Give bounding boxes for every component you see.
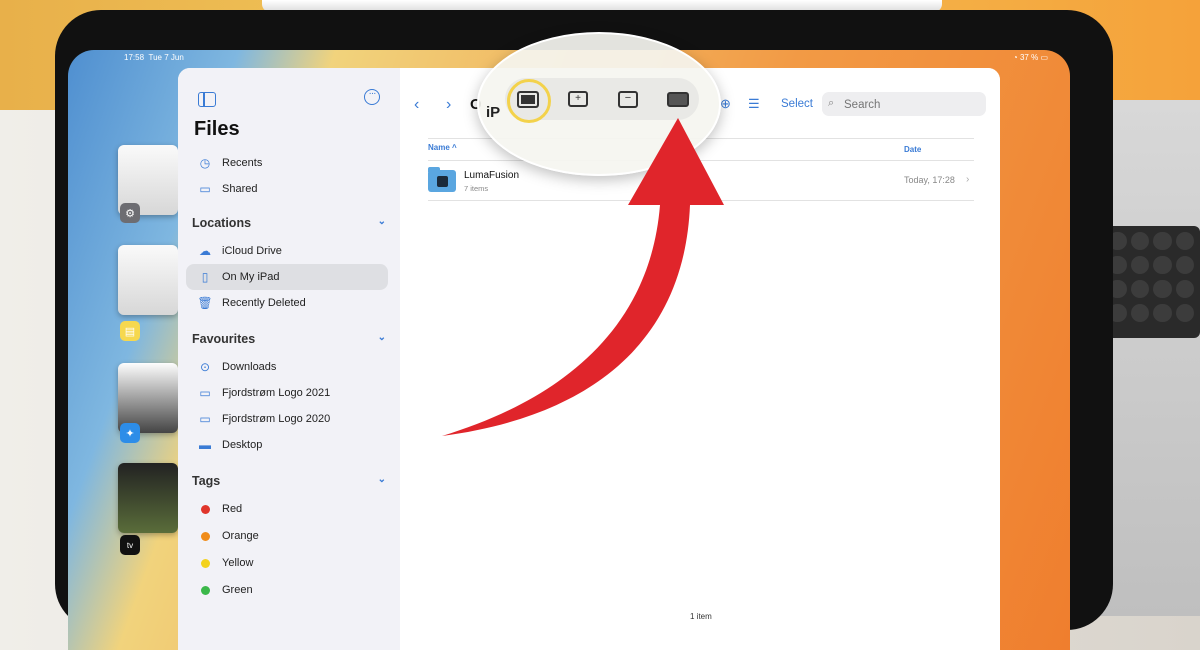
red-arrow-annotation <box>442 118 724 436</box>
arrow-shape <box>442 118 724 436</box>
